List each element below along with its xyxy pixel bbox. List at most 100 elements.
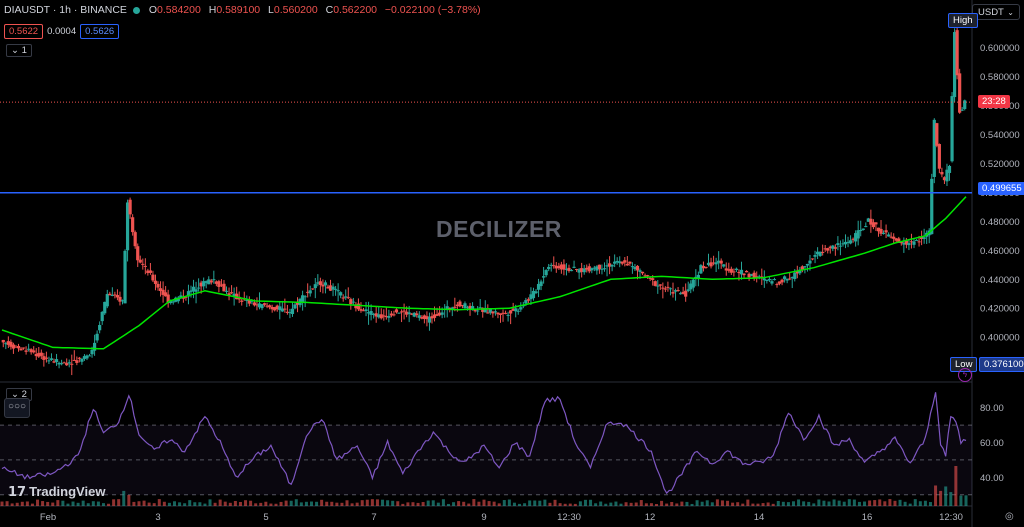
volume-bar — [157, 499, 161, 506]
volume-bar — [797, 499, 801, 506]
candle-body — [92, 342, 97, 351]
candle-body — [105, 294, 109, 307]
volume-bar — [365, 499, 369, 506]
candle-body — [506, 314, 510, 316]
candle-body — [453, 306, 457, 308]
candle-body — [810, 258, 815, 260]
volume-bar — [543, 499, 547, 506]
candle-body — [597, 264, 602, 270]
volume-bar — [411, 502, 415, 506]
volume-bar — [563, 503, 567, 506]
volume-bar — [700, 501, 704, 506]
volume-bar — [41, 501, 45, 506]
volume-bar — [96, 501, 100, 506]
candle-body — [770, 281, 774, 284]
volume-bar — [254, 503, 258, 506]
candle-body — [848, 240, 853, 244]
volume-bar — [381, 499, 385, 506]
volume-bar — [482, 499, 486, 506]
candle-body — [240, 300, 244, 302]
candle-body — [313, 284, 317, 289]
volume-bar — [649, 503, 653, 506]
candle-body — [833, 247, 837, 249]
volume-bar — [81, 500, 85, 506]
volume-bar — [675, 503, 679, 506]
volume-bar — [913, 499, 917, 506]
time-tick-label: 9 — [481, 512, 486, 523]
lightning-icon[interactable]: ϟ — [958, 368, 972, 382]
volume-bar — [857, 501, 861, 506]
volume-bar — [107, 503, 111, 506]
volume-bar — [436, 502, 440, 506]
candle-body — [930, 178, 934, 235]
volume-bar — [558, 503, 562, 506]
candle-body — [950, 96, 954, 162]
buy-button[interactable]: 0.5626 — [80, 24, 120, 39]
price-tick-label: 0.480000 — [980, 217, 1020, 228]
candle-body — [268, 305, 272, 308]
volume-bar — [330, 501, 334, 506]
volume-bar — [315, 501, 319, 506]
candle-body — [493, 311, 498, 313]
volume-bar — [183, 503, 187, 506]
time-tick-label: 7 — [371, 512, 376, 523]
candle-body — [516, 310, 520, 312]
time-tick-label: 5 — [263, 512, 268, 523]
watermark: DECILIZER — [436, 216, 562, 242]
volume-bar — [583, 499, 587, 506]
volume-bar — [918, 501, 922, 506]
settings-icon[interactable]: ◎ — [1005, 511, 1014, 522]
volume-bar — [756, 503, 760, 506]
volume-bar — [736, 502, 740, 506]
volume-bar — [426, 500, 430, 506]
time-tick-label: 12:30 — [557, 512, 581, 523]
volume-bar — [781, 501, 785, 506]
volume-bar — [477, 501, 481, 506]
currency-selector[interactable]: USDT ⌄ — [972, 4, 1020, 20]
volume-bar — [284, 500, 288, 506]
volume-bar — [614, 501, 618, 506]
volume-bar — [827, 501, 831, 506]
candle-body — [229, 292, 234, 294]
candle-body — [719, 260, 723, 264]
time-tick-label: 16 — [862, 512, 873, 523]
trade-buttons: 0.5622 0.0004 0.5626 — [4, 24, 120, 39]
candle-body — [658, 284, 662, 286]
volume-bar — [518, 503, 522, 506]
candle-body — [572, 266, 576, 268]
time-tick-label: Feb — [40, 512, 56, 523]
volume-bar — [893, 500, 897, 506]
candle-body — [39, 352, 43, 356]
sell-button[interactable]: 0.5622 — [4, 24, 44, 39]
price-chart[interactable]: 0.3800000.4000000.4200000.4400000.460000… — [0, 0, 1024, 527]
more-options-icon[interactable]: ○○○ — [4, 398, 30, 418]
candle-body — [610, 264, 614, 267]
volume-bar — [959, 495, 963, 506]
pane-1-collapse-button[interactable]: ⌄ 1 — [6, 44, 32, 57]
volume-bar — [705, 500, 709, 506]
candle-body — [141, 263, 145, 265]
candle-body — [341, 297, 345, 299]
rsi-tick-label: 80.00 — [980, 403, 1004, 414]
symbol-title[interactable]: DIAUSDT · 1h · BINANCE — [4, 4, 127, 16]
volume-bar — [309, 501, 313, 506]
candle-body — [826, 248, 830, 251]
volume-bar — [746, 499, 750, 506]
volume-bar — [685, 501, 689, 506]
volume-bar — [670, 501, 674, 506]
volume-bar — [167, 502, 171, 506]
high-value: 0.589100 — [216, 4, 261, 16]
volume-bar — [162, 501, 166, 506]
volume-bar — [198, 502, 202, 506]
tradingview-logo[interactable]: 𝟭𝟳 TradingView — [8, 484, 105, 500]
volume-bar — [10, 503, 14, 506]
volume-bar — [715, 499, 719, 506]
candle-body — [138, 259, 142, 263]
volume-bar — [15, 502, 19, 506]
volume-bar — [771, 503, 775, 506]
volume-bar — [355, 502, 359, 506]
candle-body — [864, 226, 868, 228]
volume-bar — [279, 501, 283, 506]
candle-body — [333, 288, 338, 290]
volume-bar — [421, 502, 425, 506]
